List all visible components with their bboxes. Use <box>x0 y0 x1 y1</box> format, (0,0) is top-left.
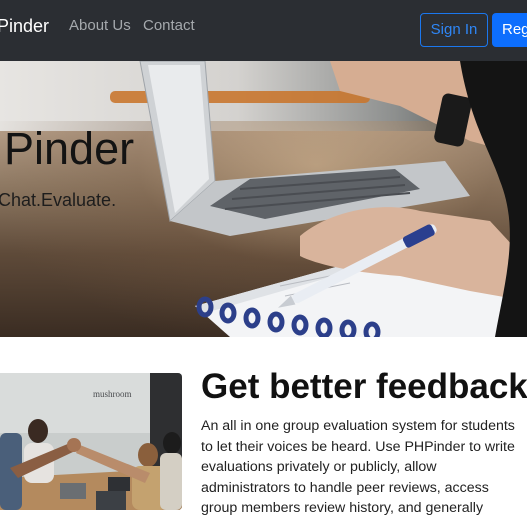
team-photo: mushroom <box>0 373 182 510</box>
hero-title: Pinder <box>4 123 135 174</box>
hero-tagline: Chat.Evaluate. <box>0 190 117 210</box>
nav-link-contact[interactable]: Contact <box>143 16 195 36</box>
sign-in-button[interactable]: Sign In <box>420 13 488 47</box>
feature-heading: Get better feedback <box>201 367 527 406</box>
hero-banner: Pinder Chat.Evaluate. <box>0 61 527 337</box>
register-button[interactable]: Reg <box>492 13 527 47</box>
navbar: Pinder About Us Contact Sign In Reg <box>0 0 527 61</box>
nav-link-about-us[interactable]: About Us <box>69 16 131 36</box>
brand-logo-link[interactable]: Pinder <box>0 14 49 38</box>
feature-description: An all in one group evaluation system fo… <box>201 418 515 516</box>
feature-image-team-high-five: mushroom <box>0 373 182 510</box>
wall-sign-text: mushroom <box>93 389 132 399</box>
